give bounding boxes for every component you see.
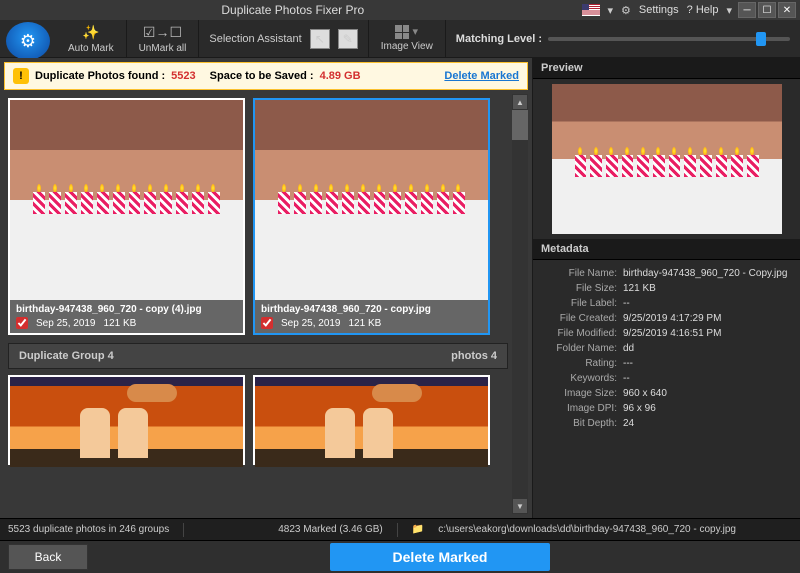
photo-thumbnail[interactable]: birthday-947438_960_720 - copy (4).jpg S… — [8, 98, 245, 335]
main-area: ! Duplicate Photos found : 5523 Space to… — [0, 58, 800, 518]
preview-box — [533, 79, 800, 239]
meta-label: Rating: — [543, 358, 623, 369]
photo-checkbox[interactable] — [261, 317, 273, 329]
meta-value: -- — [623, 373, 630, 384]
delete-marked-button[interactable]: Delete Marked — [330, 543, 550, 571]
meta-label: Image Size: — [543, 388, 623, 399]
app-title: Duplicate Photos Fixer Pro — [4, 3, 582, 17]
group-name: Duplicate Group 4 — [19, 350, 114, 362]
photo-filename: birthday-947438_960_720 - copy (4).jpg — [16, 304, 237, 315]
photo-thumbnail[interactable]: birthday-947438_960_720 - copy.jpg Sep 2… — [253, 98, 490, 335]
delete-marked-link[interactable]: Delete Marked — [444, 70, 519, 82]
group-header: Duplicate Group 4 photos 4 — [8, 343, 508, 369]
gear-icon: ⚙ — [621, 4, 631, 17]
matching-level-group: Matching Level : — [446, 20, 800, 57]
flag-icon[interactable] — [582, 4, 600, 16]
bottom-bar: Back Delete Marked — [0, 540, 800, 573]
photo-size: 121 KB — [104, 318, 137, 329]
lang-dropdown-arrow[interactable]: ▾ — [608, 4, 614, 17]
status-bar: 5523 duplicate photos in 246 groups 4823… — [0, 518, 800, 540]
photo-checkbox[interactable] — [16, 317, 28, 329]
metadata-table: File Name:birthday-947438_960_720 - Copy… — [533, 260, 800, 518]
selection-tool-1-button[interactable]: ↖ — [310, 29, 330, 49]
settings-link[interactable]: Settings — [639, 4, 679, 16]
unmarkall-label: UnMark all — [139, 43, 187, 54]
minimize-button[interactable]: ─ — [738, 2, 756, 18]
close-button[interactable]: ✕ — [778, 2, 796, 18]
image-view-label: Image View — [381, 41, 433, 52]
meta-value: 960 x 640 — [623, 388, 667, 399]
view-dropdown-arrow[interactable]: ▾ — [412, 25, 418, 39]
found-count: 5523 — [171, 70, 195, 82]
meta-value: 121 KB — [623, 283, 656, 294]
scroll-down-button[interactable]: ▼ — [512, 498, 528, 514]
preview-section-title: Preview — [533, 58, 800, 79]
warning-icon: ! — [13, 68, 29, 84]
metadata-section-title: Metadata — [533, 239, 800, 260]
thumbnails-scroll: birthday-947438_960_720 - copy (4).jpg S… — [4, 94, 528, 514]
meta-value: 96 x 96 — [623, 403, 656, 414]
maximize-button[interactable]: ☐ — [758, 2, 776, 18]
meta-value: birthday-947438_960_720 - Copy.jpg — [623, 268, 787, 279]
meta-label: File Name: — [543, 268, 623, 279]
titlebar: Duplicate Photos Fixer Pro ▾ ⚙ Settings … — [0, 0, 800, 20]
selection-assistant-group: Selection Assistant ↖ ✎ — [199, 20, 368, 57]
vertical-scrollbar[interactable]: ▲ ▼ — [512, 94, 528, 514]
photo-date: Sep 25, 2019 — [36, 318, 96, 329]
results-pane: ! Duplicate Photos found : 5523 Space to… — [0, 58, 532, 518]
meta-label: Keywords: — [543, 373, 623, 384]
selection-tool-2-button[interactable]: ✎ — [338, 29, 358, 49]
automark-label: Auto Mark — [68, 43, 114, 54]
grid-view-button[interactable] — [395, 25, 409, 39]
help-link[interactable]: ? Help — [687, 4, 719, 16]
meta-label: File Modified: — [543, 328, 623, 339]
folder-icon: 📁 — [412, 524, 424, 535]
space-label: Space to be Saved : — [210, 70, 314, 82]
meta-value: --- — [623, 358, 633, 369]
help-dropdown-arrow[interactable]: ▾ — [726, 4, 732, 17]
photo-date: Sep 25, 2019 — [281, 318, 341, 329]
meta-label: File Created: — [543, 313, 623, 324]
preview-image — [552, 84, 782, 234]
back-button[interactable]: Back — [8, 544, 88, 570]
found-label: Duplicate Photos found : — [35, 70, 165, 82]
summary-banner: ! Duplicate Photos found : 5523 Space to… — [4, 62, 528, 90]
unmarkall-button[interactable]: ☑→☐ UnMark all — [127, 20, 200, 57]
automark-button[interactable]: ✨ Auto Mark — [56, 20, 127, 57]
status-path: c:\users\eakorg\downloads\dd\birthday-94… — [438, 524, 736, 535]
photo-filename: birthday-947438_960_720 - copy.jpg — [261, 304, 482, 315]
photo-thumbnail[interactable] — [253, 375, 490, 465]
group-count: photos 4 — [451, 350, 497, 362]
app-logo-icon: ⚙ — [6, 22, 50, 60]
checkbox-icon: ☑→☐ — [143, 24, 182, 41]
photo-size: 121 KB — [349, 318, 382, 329]
details-pane: Preview Metadata File Name:birthday-9474… — [532, 58, 800, 518]
scroll-up-button[interactable]: ▲ — [512, 94, 528, 110]
space-value: 4.89 GB — [320, 70, 361, 82]
meta-value: 9/25/2019 4:16:51 PM — [623, 328, 721, 339]
slider-thumb[interactable] — [756, 32, 766, 46]
meta-label: Bit Depth: — [543, 418, 623, 429]
photo-thumbnail[interactable] — [8, 375, 245, 465]
meta-label: File Label: — [543, 298, 623, 309]
matching-level-slider[interactable] — [548, 37, 790, 41]
meta-value: 24 — [623, 418, 634, 429]
image-view-group: ▾ Image View — [369, 20, 446, 57]
status-marked: 4823 Marked (3.46 GB) — [278, 524, 383, 535]
selection-assistant-label: Selection Assistant — [209, 33, 301, 45]
scrollbar-thumb[interactable] — [512, 110, 528, 140]
meta-value: 9/25/2019 4:17:29 PM — [623, 313, 721, 324]
matching-level-label: Matching Level : — [456, 33, 542, 45]
meta-label: Folder Name: — [543, 343, 623, 354]
meta-value: -- — [623, 298, 630, 309]
wand-icon: ✨ — [82, 24, 99, 41]
meta-label: Image DPI: — [543, 403, 623, 414]
meta-value: dd — [623, 343, 634, 354]
status-summary: 5523 duplicate photos in 246 groups — [8, 524, 169, 535]
toolbar: ⚙ ✨ Auto Mark ☑→☐ UnMark all Selection A… — [0, 20, 800, 58]
meta-label: File Size: — [543, 283, 623, 294]
